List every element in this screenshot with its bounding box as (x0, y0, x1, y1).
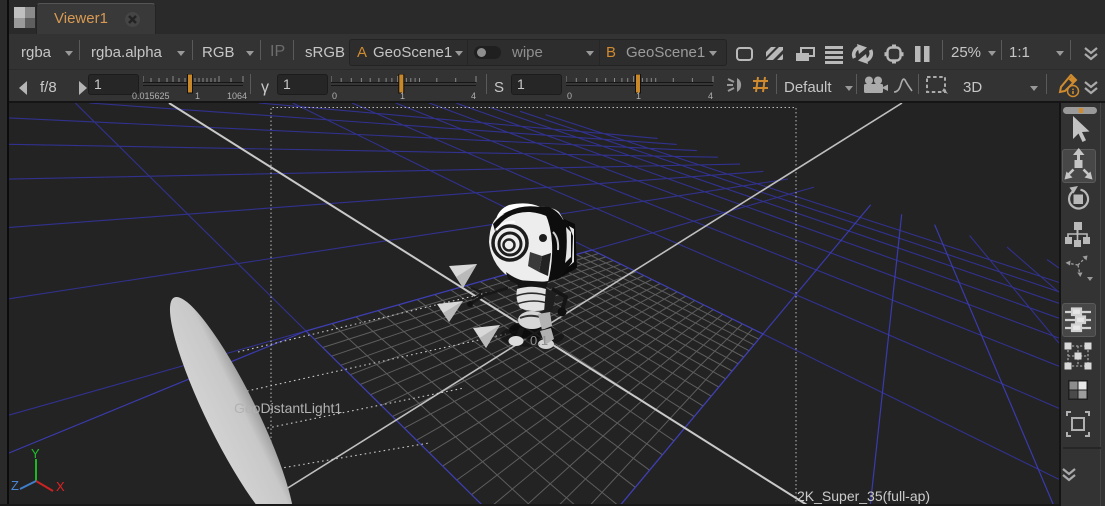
svg-text:0.1: 0.1 (530, 333, 548, 348)
svg-text:2K_Super_35(full-ap): 2K_Super_35(full-ap) (797, 488, 930, 504)
svg-text:Y: Y (31, 446, 40, 461)
svg-text:GeoDistantLight1: GeoDistantLight1 (234, 400, 342, 416)
svg-text:Z: Z (11, 478, 19, 493)
svg-text:X: X (56, 479, 65, 494)
